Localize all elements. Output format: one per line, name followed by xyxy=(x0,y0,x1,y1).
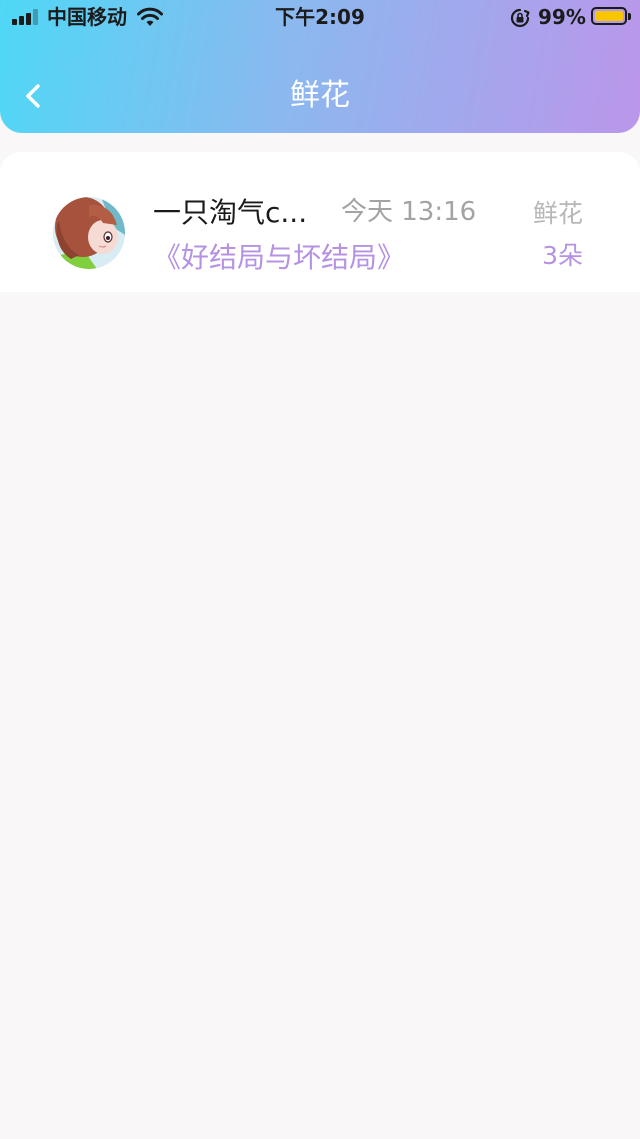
list-item[interactable]: 一只淘气c... 今天 13:16 《好结局与坏结局》 鲜花 3朵 xyxy=(0,152,640,292)
gift-type-label: 鲜花 xyxy=(532,199,583,228)
avatar[interactable] xyxy=(53,197,125,269)
header-bar: 中国移动 下午2:09 99% 鲜花 xyxy=(0,0,640,133)
battery-cap xyxy=(628,13,631,20)
avatar-image xyxy=(53,197,125,269)
status-bar: 中国移动 下午2:09 99% xyxy=(0,0,640,36)
record-time: 今天 13:16 xyxy=(341,197,477,227)
book-title-link[interactable]: 《好结局与坏结局》 xyxy=(153,238,405,278)
gift-count: 3朵 xyxy=(542,241,583,270)
battery-level xyxy=(595,11,623,21)
flower-record-list: 一只淘气c... 今天 13:16 《好结局与坏结局》 鲜花 3朵 xyxy=(0,152,640,292)
battery-percentage: 99% xyxy=(538,5,586,29)
battery-icon xyxy=(591,7,627,25)
flower-records-screen: 中国移动 下午2:09 99% 鲜花 一只淘气c... 今天 13:16 《好结… xyxy=(0,0,640,1139)
page-title: 鲜花 xyxy=(290,78,350,113)
orientation-lock-icon xyxy=(510,8,530,28)
username: 一只淘气c... xyxy=(153,196,308,229)
